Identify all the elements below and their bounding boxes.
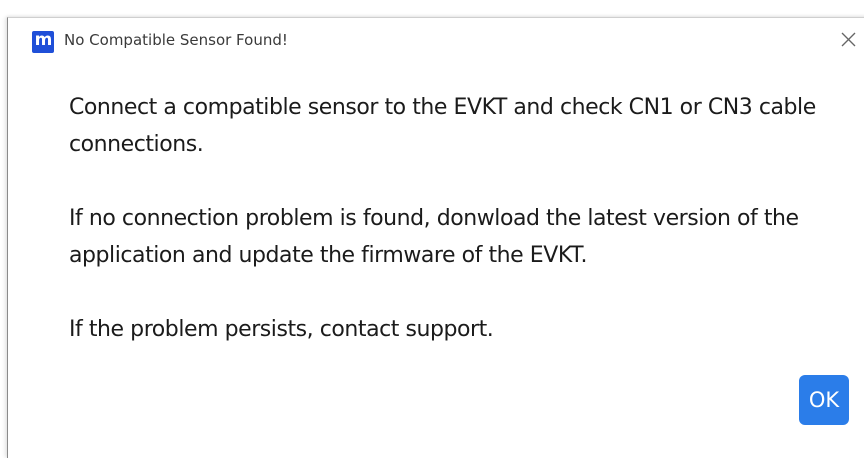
app-logo-icon: m <box>32 31 54 53</box>
dialog-title: No Compatible Sensor Found! <box>64 31 288 49</box>
title-bar[interactable]: m No Compatible Sensor Found! <box>8 18 864 64</box>
message-dialog: m No Compatible Sensor Found! Connect a … <box>7 17 864 458</box>
message-paragraph-update: If no connection problem is found, donwl… <box>69 206 799 268</box>
dialog-message: Connect a compatible sensor to the EVKT … <box>69 89 849 348</box>
message-paragraph-connect: Connect a compatible sensor to the EVKT … <box>69 95 816 157</box>
message-paragraph-support: If the problem persists, contact support… <box>69 317 494 342</box>
ok-button[interactable]: OK <box>799 375 849 425</box>
close-button[interactable] <box>836 27 862 53</box>
close-icon <box>841 32 856 47</box>
